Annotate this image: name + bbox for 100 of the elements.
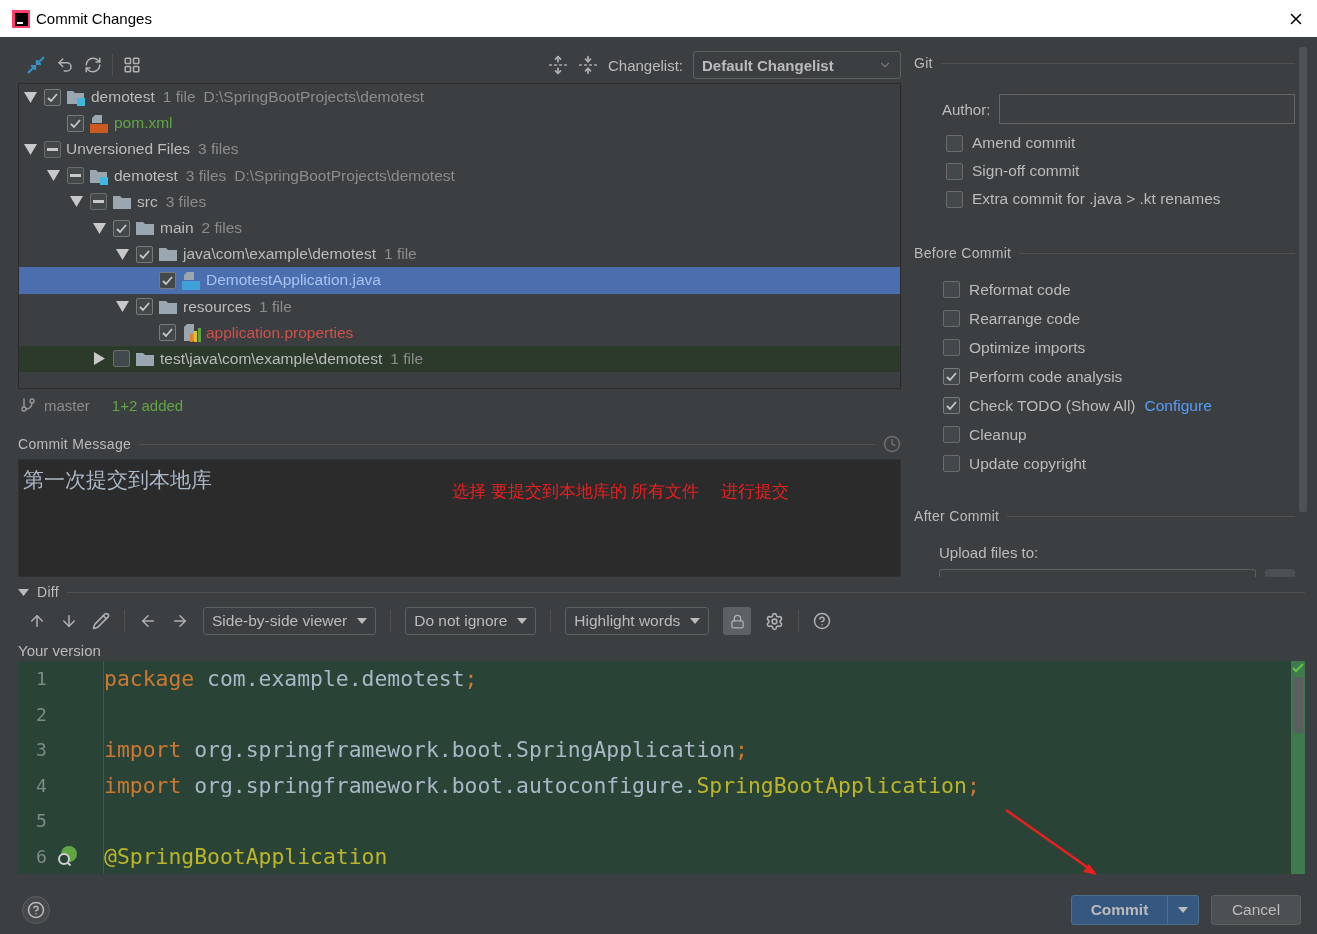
next-change-icon[interactable] <box>60 612 78 630</box>
commit-button[interactable]: Commit <box>1071 895 1199 925</box>
expanded-arrow-icon[interactable] <box>23 142 37 156</box>
spring-bean-icon[interactable] <box>56 845 78 868</box>
code-line: package com.example.demotest; <box>104 666 478 692</box>
settings-icon[interactable] <box>765 611 785 631</box>
file-count: 1 file <box>259 297 292 316</box>
folder-icon <box>135 350 155 367</box>
file-count: 3 files <box>185 166 227 185</box>
code-line: import org.springframework.boot.autoconfigure.SpringBootApplication; <box>104 772 980 798</box>
file-name: demotest <box>114 166 178 185</box>
undo-icon[interactable] <box>56 56 74 74</box>
checkbox[interactable] <box>67 167 84 185</box>
checkbox[interactable] <box>943 368 960 385</box>
back-icon[interactable] <box>139 612 157 630</box>
checkbox[interactable] <box>946 162 963 180</box>
tree-row[interactable]: test\java\com\example\demotest 1 file <box>19 345 900 373</box>
help-icon <box>27 901 45 919</box>
file-name: Unversioned Files <box>66 140 191 159</box>
caret-icon <box>517 618 528 624</box>
checkbox[interactable] <box>943 339 960 356</box>
change-summary: 1+2 added <box>111 396 184 414</box>
version-label: Your version <box>18 642 102 659</box>
checkbox[interactable] <box>113 219 130 237</box>
expanded-arrow-icon[interactable] <box>46 169 60 183</box>
expanded-arrow-icon[interactable] <box>115 300 129 314</box>
group-by-icon[interactable] <box>123 56 141 74</box>
lock-button[interactable] <box>723 607 752 635</box>
line-number: 4 <box>36 774 48 796</box>
checkbox[interactable] <box>943 310 960 327</box>
previous-change-icon[interactable] <box>28 612 46 630</box>
file-name: java\com\example\demotest <box>183 245 376 264</box>
properties-file-icon <box>181 323 201 343</box>
author-field[interactable] <box>999 94 1295 124</box>
help-button[interactable] <box>22 896 50 924</box>
tree-row[interactable]: src 3 files <box>19 188 900 215</box>
xml-file-icon <box>89 113 109 133</box>
tree-row[interactable]: main 2 files <box>19 214 900 242</box>
expanded-arrow-icon[interactable] <box>18 586 29 598</box>
editor-scrollbar[interactable] <box>1291 661 1305 874</box>
tree-row[interactable]: Unversioned Files 3 files <box>19 136 900 163</box>
option-label: Perform code analysis <box>969 367 1123 386</box>
checkbox[interactable] <box>44 88 61 106</box>
expanded-arrow-icon[interactable] <box>115 247 129 261</box>
file-count: 1 file <box>390 349 424 368</box>
help-icon[interactable] <box>813 612 832 630</box>
checkbox[interactable] <box>136 298 153 316</box>
selected-tree-row[interactable]: DemotestApplication.java <box>19 267 900 294</box>
file-count: 3 files <box>165 192 207 211</box>
checkbox[interactable] <box>159 324 176 342</box>
checkbox[interactable] <box>113 350 130 368</box>
viewer-dropdown[interactable]: Do not ignore <box>405 607 537 635</box>
expanded-arrow-icon[interactable] <box>23 90 37 104</box>
checkbox[interactable] <box>943 397 960 414</box>
collapse-all-icon[interactable] <box>577 55 598 75</box>
checkbox[interactable] <box>136 245 153 263</box>
upload-label: Upload files to: <box>939 544 1040 561</box>
line-number: 3 <box>36 739 48 761</box>
tree-row[interactable]: java\com\example\demotest 1 file <box>19 241 900 268</box>
tree-row[interactable]: demotest 1 file D:\SpringBootProjects\demotest <box>19 84 900 111</box>
option-label: Amend commit <box>972 134 1076 152</box>
checkbox[interactable] <box>943 426 960 443</box>
tree-row[interactable]: pom.xml <box>19 110 900 137</box>
cancel-button[interactable]: Cancel <box>1211 895 1301 925</box>
caret-icon <box>1178 907 1188 913</box>
checkbox[interactable] <box>90 193 107 211</box>
scrollbar-thumb[interactable] <box>1293 677 1303 733</box>
checkbox[interactable] <box>943 281 960 298</box>
forward-icon[interactable] <box>171 612 189 630</box>
option-label: Rearrange code <box>969 309 1081 328</box>
commit-message-field[interactable]: 第一次提交到本地库 选择 要提交到本地库的 所有文件 进行提交 <box>18 459 901 577</box>
code-line: import org.springframework.boot.SpringApplication; <box>104 737 748 763</box>
expand-all-icon[interactable] <box>547 55 568 75</box>
checkbox[interactable] <box>159 271 176 289</box>
code-line: @SpringBootApplication <box>104 843 388 869</box>
app-logo-icon <box>12 9 30 28</box>
changelist-dropdown[interactable]: Default Changelist <box>693 51 901 79</box>
compare-arrows-icon[interactable] <box>26 55 46 75</box>
collapsed-arrow-icon[interactable] <box>92 352 106 366</box>
option-label: Extra commit for .java > .kt renames <box>972 190 1221 208</box>
option-label: Check TODO (Show All) <box>969 396 1136 415</box>
folder-icon <box>158 246 178 263</box>
configure-link[interactable]: Configure <box>1144 396 1212 415</box>
section-title: After Commit <box>914 508 1000 524</box>
viewer-dropdown[interactable]: Highlight words <box>565 607 710 635</box>
checkbox[interactable] <box>44 140 61 158</box>
tree-row[interactable]: demotest 3 files D:\SpringBootProjects\demotest <box>19 162 900 189</box>
checkbox[interactable] <box>943 455 960 472</box>
expanded-arrow-icon[interactable] <box>69 195 83 209</box>
lock-icon <box>729 613 745 629</box>
module-folder-icon <box>66 88 86 107</box>
viewer-dropdown[interactable]: Side-by-side viewer <box>203 607 377 635</box>
checkbox[interactable] <box>946 134 963 152</box>
edit-icon[interactable] <box>92 612 110 630</box>
refresh-icon[interactable] <box>84 56 102 74</box>
expanded-arrow-icon[interactable] <box>92 221 106 235</box>
dash-icon <box>70 174 81 178</box>
tree-row[interactable]: resources 1 file <box>19 293 900 320</box>
checkbox[interactable] <box>946 190 963 208</box>
checkbox[interactable] <box>67 114 84 132</box>
